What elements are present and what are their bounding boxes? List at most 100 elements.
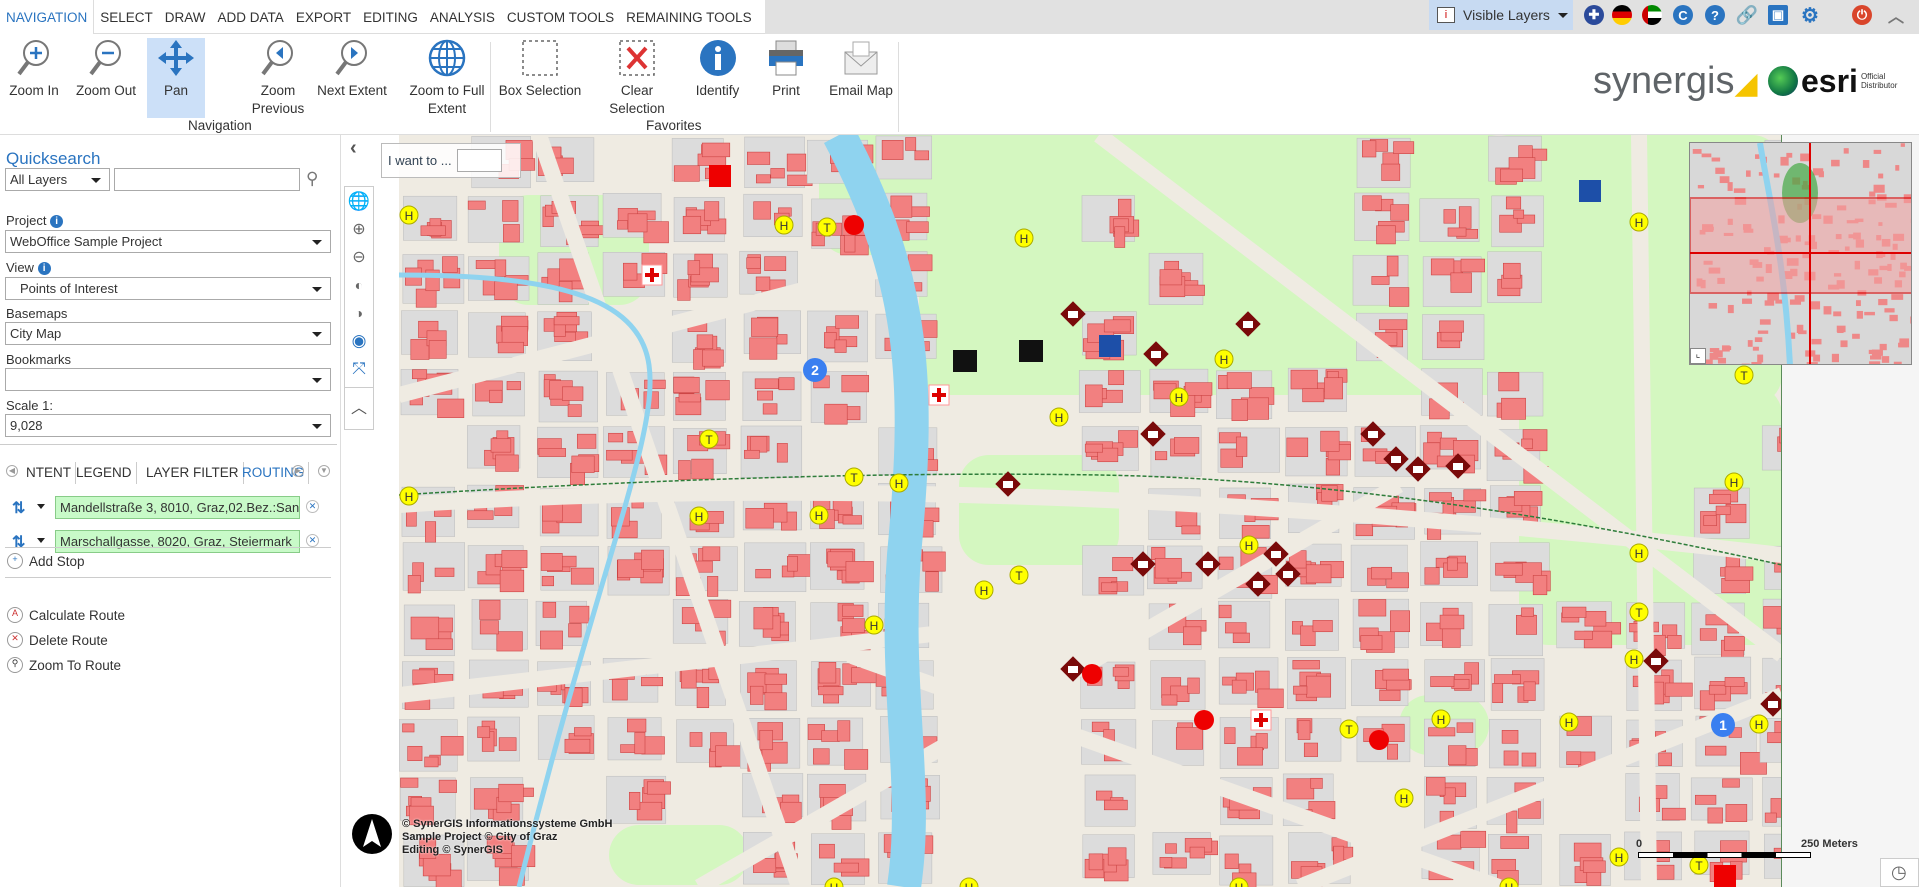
flag-uk-icon[interactable]: ✚: [1584, 5, 1604, 25]
building: [540, 553, 563, 571]
panel-tab-legend[interactable]: LEGEND: [72, 462, 137, 484]
building: [498, 783, 524, 803]
building: [425, 521, 437, 543]
map-canvas[interactable]: HHHHHHHHHHHHHHHHHHHHHHHHHHHHTTTTTTTT12: [399, 135, 1782, 887]
stop-options-chevron-icon[interactable]: [37, 538, 45, 543]
clear-selection-button[interactable]: Clear Selection: [597, 38, 677, 118]
overview-building: [1869, 361, 1881, 364]
quicksearch-input[interactable]: [114, 168, 300, 191]
next-extent-icon[interactable]: ◑: [345, 299, 373, 327]
zoom-to-route-button[interactable]: ⚲ Zoom To Route: [7, 657, 121, 673]
quicksearch-layer-select[interactable]: All Layers: [5, 168, 110, 191]
tab-remaining-tools[interactable]: REMAINING TOOLS: [620, 0, 758, 34]
zoom-previous-button[interactable]: Zoom Previous: [241, 38, 315, 118]
tab-custom-tools[interactable]: CUSTOM TOOLS: [501, 0, 620, 34]
tool-label: Clear Selection: [609, 83, 665, 116]
swap-stops-icon[interactable]: ⇅: [12, 532, 25, 552]
collapse-panel-button[interactable]: ‹: [340, 135, 372, 163]
building: [678, 393, 701, 403]
power-icon[interactable]: ⏻: [1852, 5, 1872, 25]
building: [1428, 727, 1456, 737]
stop-options-chevron-icon[interactable]: [37, 504, 45, 509]
flag-ae-icon[interactable]: [1642, 5, 1662, 25]
tab-menu-icon[interactable]: ▼: [318, 465, 330, 477]
box-selection-button[interactable]: Box Selection: [497, 38, 583, 100]
building: [756, 174, 771, 184]
building: [845, 561, 874, 583]
svg-text:T: T: [705, 433, 713, 447]
panel-tab-layer-filter[interactable]: LAYER FILTER: [142, 462, 244, 484]
help-icon[interactable]: ?: [1705, 5, 1725, 25]
bus-stop-icon: H: [1629, 543, 1649, 563]
history-clock-button[interactable]: ◷: [1880, 858, 1919, 887]
email-map-button[interactable]: Email Map: [826, 38, 896, 100]
collapse-toolbar-icon[interactable]: ︿: [345, 392, 373, 420]
zoom-to-full-extent-button[interactable]: Zoom to Full Extent: [401, 38, 493, 118]
project-select[interactable]: WebOffice Sample Project: [5, 230, 331, 253]
calculate-route-button[interactable]: A Calculate Route: [7, 607, 125, 623]
pan-button[interactable]: Pan: [147, 38, 205, 118]
building: [745, 508, 774, 529]
svg-text:T: T: [1345, 723, 1353, 737]
link-icon[interactable]: 🔗: [1736, 5, 1758, 25]
swap-stops-icon[interactable]: ⇅: [12, 498, 25, 518]
route-stop-input[interactable]: Mandellstraße 3, 8010, Graz,02.Bez.:Sank…: [55, 496, 300, 519]
building: [914, 150, 929, 161]
visible-layers-dropdown[interactable]: i Visible Layers: [1429, 0, 1573, 30]
next-extent-button[interactable]: Next Extent: [315, 38, 389, 100]
bookmarks-select[interactable]: [5, 368, 331, 391]
tab-navigation[interactable]: NAVIGATION: [0, 0, 95, 34]
zoom-in-icon[interactable]: ⊕: [345, 215, 373, 243]
overview-building: [1813, 354, 1821, 362]
fullscreen-icon[interactable]: ⤧: [345, 355, 373, 383]
tab-scroll-left-icon[interactable]: ◀: [6, 465, 18, 477]
delete-route-button[interactable]: ✕ Delete Route: [7, 632, 108, 648]
save-icon[interactable]: ▣: [1768, 5, 1788, 25]
i-want-to-input[interactable]: [457, 149, 502, 172]
svg-text:H: H: [1437, 713, 1446, 727]
overview-building: [1721, 345, 1730, 352]
svg-text:T: T: [1015, 569, 1023, 583]
refresh-icon[interactable]: C: [1673, 5, 1693, 25]
svg-text:T: T: [1695, 859, 1703, 873]
building: [1290, 369, 1318, 390]
locate-icon[interactable]: ◉: [345, 327, 373, 355]
basemaps-select[interactable]: City Map: [5, 322, 331, 345]
print-button[interactable]: Print: [766, 38, 806, 100]
tab-export[interactable]: EXPORT: [290, 0, 357, 34]
remove-stop-icon[interactable]: ✕: [306, 500, 319, 513]
route-stop-input[interactable]: Marschallgasse, 8020, Graz, Steiermark: [55, 530, 300, 553]
scale-select[interactable]: 9,028: [5, 414, 331, 437]
tab-editing[interactable]: EDITING: [357, 0, 424, 34]
building: [1707, 807, 1723, 824]
settings-icon[interactable]: ⚙: [1800, 5, 1820, 27]
overview-building: [1911, 285, 1912, 293]
bus-stop-icon: H: [689, 506, 709, 526]
building: [1500, 168, 1524, 182]
add-stop-button[interactable]: + Add Stop: [7, 553, 85, 569]
full-extent-globe-icon[interactable]: 🌐: [345, 187, 373, 215]
svg-text:H: H: [1615, 851, 1624, 865]
zoom-out-button[interactable]: Zoom Out: [74, 38, 138, 100]
tab-draw[interactable]: DRAW: [159, 0, 212, 34]
flag-de-icon[interactable]: [1612, 5, 1632, 25]
tab-analysis[interactable]: ANALYSIS: [424, 0, 501, 34]
building: [818, 661, 837, 684]
panel-tab-ntent[interactable]: NTENT: [22, 462, 76, 484]
search-icon[interactable]: ⚲: [306, 169, 318, 189]
remove-stop-icon[interactable]: ✕: [306, 534, 319, 547]
building: [1390, 204, 1410, 221]
overview-toggle-icon[interactable]: ⌞: [1690, 348, 1706, 364]
collapse-up-icon[interactable]: ︿: [1886, 5, 1906, 26]
zoom-in-button[interactable]: Zoom In: [8, 38, 60, 100]
building: [1709, 493, 1731, 505]
overview-map[interactable]: ⌞: [1689, 142, 1912, 365]
identify-button[interactable]: Identify: [690, 38, 745, 100]
zoom-previous-icon[interactable]: ◐: [345, 271, 373, 299]
view-select[interactable]: Points of Interest: [5, 277, 331, 300]
svg-text:H: H: [1235, 881, 1244, 887]
tab-select[interactable]: SELECT: [94, 0, 159, 34]
tab-add-data[interactable]: ADD DATA: [212, 0, 290, 34]
tab-scroll-right-icon[interactable]: ▶: [292, 465, 304, 477]
zoom-out-icon[interactable]: ⊖: [345, 243, 373, 271]
